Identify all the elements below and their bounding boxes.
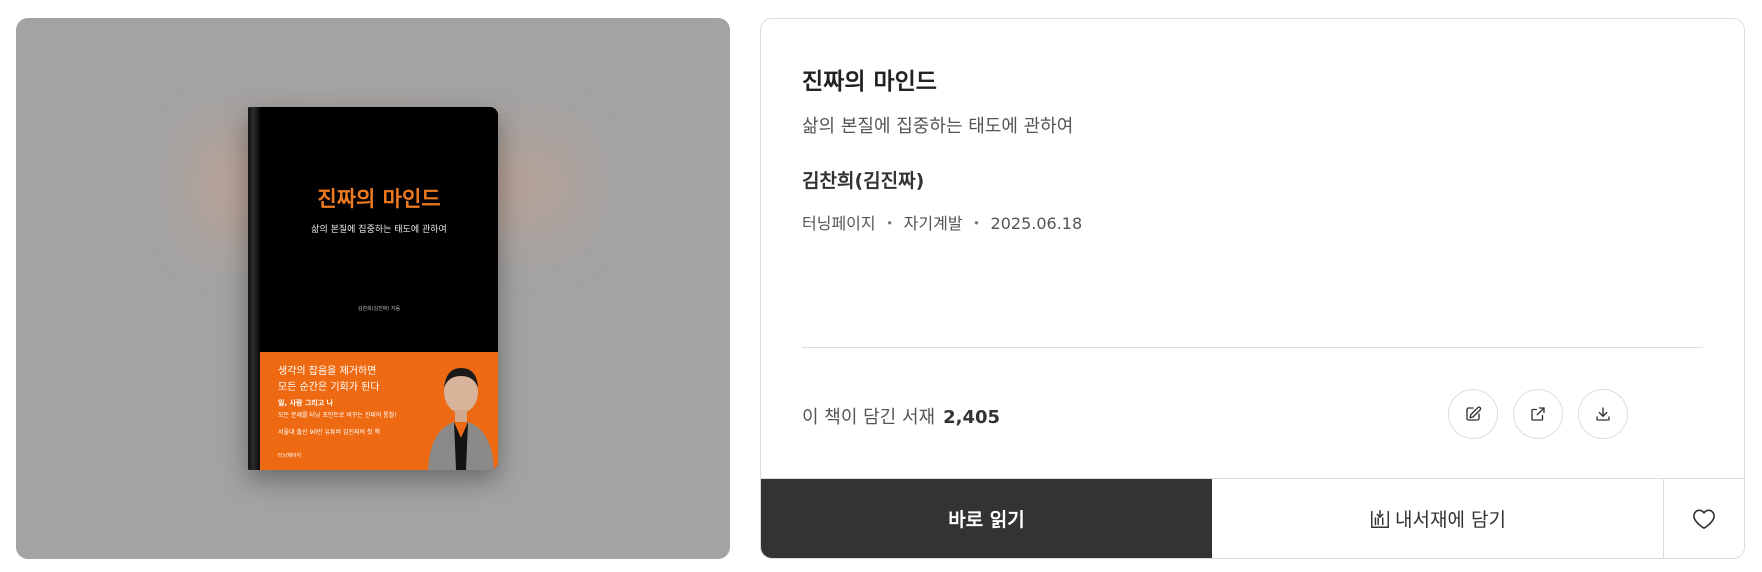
meta-separator: ・ xyxy=(881,214,898,233)
divider xyxy=(802,347,1703,348)
edit-button[interactable] xyxy=(1448,389,1498,439)
book-meta: 터닝페이지 ・ 자기계발 ・ 2025.06.18 xyxy=(802,210,1082,234)
like-button[interactable] xyxy=(1664,479,1744,558)
download-button[interactable] xyxy=(1578,389,1628,439)
share-button[interactable] xyxy=(1513,389,1563,439)
book-publisher[interactable]: 터닝페이지 xyxy=(802,214,876,233)
bookshelf-icon xyxy=(1371,509,1390,528)
cover-author: 김찬희(김진짜) 지음 xyxy=(357,306,401,312)
cover-subtitle: 삶의 본질에 집중하는 태도에 관하여 xyxy=(311,225,447,235)
book-cover-image[interactable]: 진짜의 마인드 삶의 본질에 집중하는 태도에 관하여 김찬희(김진짜) 지음 … xyxy=(248,107,498,470)
meta-separator: ・ xyxy=(968,214,985,233)
shelf-count-label: 이 책이 담긴 서재 xyxy=(802,407,936,428)
shelf-count-value: 2,405 xyxy=(943,407,1001,428)
cover-band-line: 일, 사람 그리고 나 xyxy=(278,399,334,407)
book-spine xyxy=(248,107,260,470)
shelf-count: 이 책이 담긴 서재 2,405 xyxy=(802,403,1000,429)
download-icon xyxy=(1596,407,1610,421)
action-bar: 바로 읽기 내서재에 담기 xyxy=(761,478,1744,558)
heart-icon xyxy=(1693,509,1715,529)
cover-publisher-logo: 터닝페이지 xyxy=(278,453,302,459)
book-author[interactable]: 김찬희(김진짜) xyxy=(802,166,924,193)
add-to-library-label: 내서재에 담기 xyxy=(1395,509,1506,531)
cover-orange-band: 생각의 잡음을 제거하면 모든 순간은 기회가 된다 일, 사람 그리고 나 모… xyxy=(248,352,498,470)
book-cover-panel: 진짜의 마인드 삶의 본질에 집중하는 태도에 관하여 김찬희(김진짜) 지음 … xyxy=(16,18,730,559)
book-subtitle: 삶의 본질에 집중하는 태도에 관하여 xyxy=(802,116,1074,137)
cover-band-line: 생각의 잡음을 제거하면 xyxy=(278,366,377,377)
book-info-card: 진짜의 마인드 삶의 본질에 집중하는 태도에 관하여 김찬희(김진짜) 터닝페… xyxy=(760,18,1745,559)
cover-title: 진짜의 마인드 xyxy=(317,186,441,211)
cover-band-line: 서울대 출신 90만 유튜버 김진짜의 첫 책 xyxy=(278,429,380,436)
edit-icon xyxy=(1466,406,1482,421)
book-title: 진짜의 마인드 xyxy=(802,69,937,95)
author-portrait xyxy=(428,368,494,470)
book-publish-date: 2025.06.18 xyxy=(990,214,1083,233)
cover-band-line: 모든 순간은 기회가 된다 xyxy=(278,382,380,393)
share-icon xyxy=(1531,407,1545,421)
read-now-button[interactable]: 바로 읽기 xyxy=(761,479,1212,558)
add-to-library-button[interactable]: 내서재에 담기 xyxy=(1212,479,1664,558)
book-category[interactable]: 자기계발 xyxy=(904,214,963,233)
cover-band-line: 모든 문제를 터닝 포인트로 바꾸는 진짜의 통찰! xyxy=(278,412,397,419)
